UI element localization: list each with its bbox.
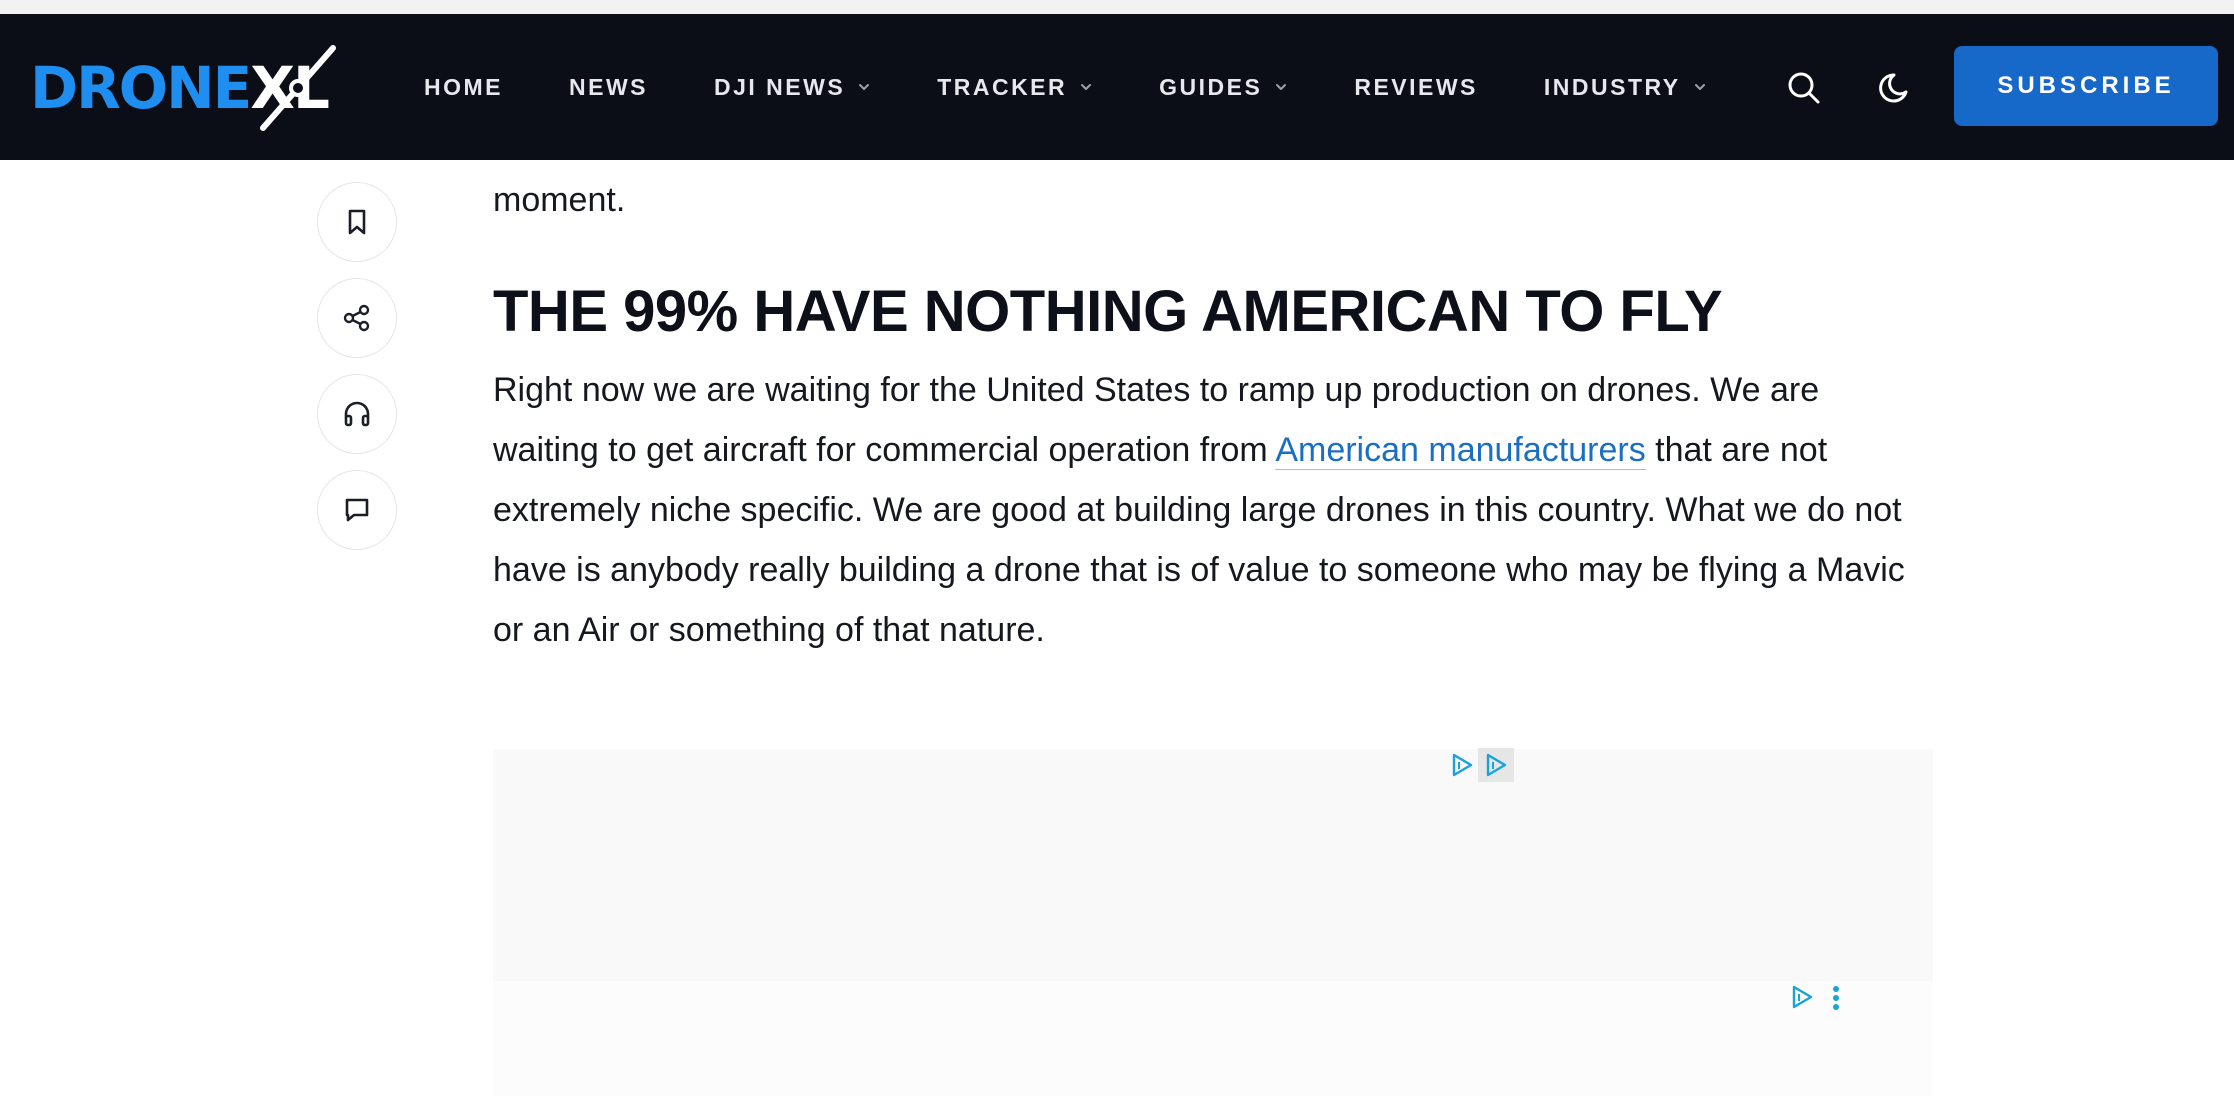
adchoices-icon [1792,985,1813,1009]
nav-item-label: HOME [424,73,503,100]
ad-container-secondary[interactable] [493,981,1933,1096]
article-body: moment. THE 99% HAVE NOTHING AMERICAN TO… [493,160,1933,660]
moon-icon [1879,73,1908,103]
more-vertical-icon [1833,986,1839,1010]
paragraph-fragment: moment. [493,181,626,219]
article-action-rail [317,182,397,566]
main-nav: HOME NEWS DJI NEWS TRACKER GUIDES REVIEW… [424,14,1773,160]
listen-button[interactable] [317,374,397,454]
share-icon [343,304,370,332]
site-logo[interactable]: DRONEXL [30,40,360,136]
site-header: DRONEXL HOME NEWS DJI NEWS TRACKER GUIDE… [0,14,2234,160]
chevron-down-icon [1081,84,1092,90]
reading-progress-track [0,0,2234,14]
comment-icon [345,498,369,522]
chevron-down-icon [859,84,870,90]
bookmark-icon [348,209,366,235]
nav-item-tracker[interactable]: TRACKER [937,74,1093,101]
dark-mode-toggle[interactable] [1878,70,1914,106]
chevron-down-icon [1694,84,1705,90]
nav-item-label: TRACKER [937,73,1068,100]
nav-item-label: REVIEWS [1354,73,1478,100]
nav-item-industry[interactable]: INDUSTRY [1544,74,1707,101]
headphones-icon [344,401,370,427]
adchoices-icon [1486,753,1507,777]
logo-text-drone: DRONE [30,54,252,122]
section-heading: THE 99% HAVE NOTHING AMERICAN TO FLY [493,279,1723,344]
nav-item-home[interactable]: HOME [424,74,503,101]
adchoices-expanded-button[interactable] [1478,748,1514,782]
nav-item-label: INDUSTRY [1543,73,1681,100]
nav-item-guides[interactable]: GUIDES [1159,74,1288,101]
search-icon [1788,72,1820,104]
search-button[interactable] [1786,70,1822,106]
nav-item-label: NEWS [569,73,648,100]
american-manufacturers-link[interactable]: American manufacturers [1275,431,1646,470]
nav-item-reviews[interactable]: REVIEWS [1354,74,1478,101]
bookmark-button[interactable] [317,182,397,262]
propeller-icon [260,45,336,131]
comment-button[interactable] [317,470,397,550]
ad-container[interactable] [493,749,1933,981]
ad-options-button[interactable] [1828,984,1844,1012]
nav-item-news[interactable]: NEWS [569,74,648,101]
nav-item-dji-news[interactable]: DJI NEWS [714,74,871,101]
chevron-down-icon [1276,84,1287,90]
share-button[interactable] [317,278,397,358]
nav-item-label: GUIDES [1159,73,1263,100]
nav-item-label: DJI NEWS [714,73,846,100]
adchoices-icon [1452,753,1473,777]
adchoices-button-secondary[interactable] [1789,984,1815,1010]
adchoices-button[interactable] [1450,752,1474,778]
subscribe-button[interactable]: SUBSCRIBE [1954,46,2218,126]
article-paragraph: Right now we are waiting for the United … [493,360,1933,660]
